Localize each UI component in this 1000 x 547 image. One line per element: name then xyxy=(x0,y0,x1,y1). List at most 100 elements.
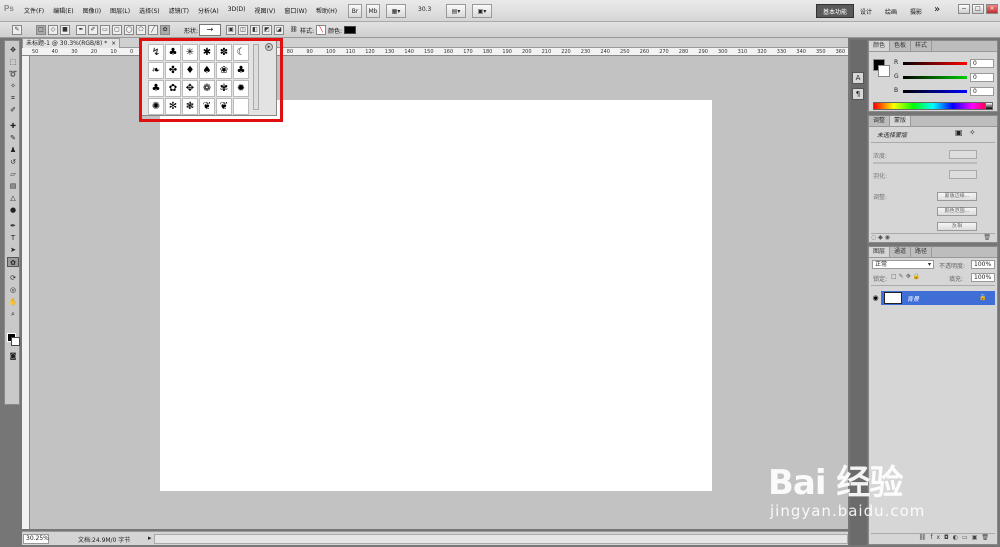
menu-window[interactable]: 窗口(W) xyxy=(284,6,307,15)
lock-icons[interactable]: □✎✥🔒 xyxy=(891,273,922,280)
pen-tool-option[interactable]: ✒ xyxy=(76,25,86,35)
bridge-button[interactable]: Br xyxy=(348,4,362,18)
mini-bridge-button[interactable]: Mb xyxy=(366,4,380,18)
tab-color[interactable]: 颜色 xyxy=(869,41,891,51)
zoom-tool-icon[interactable]: ⌕ xyxy=(7,309,19,319)
character-panel-icon[interactable]: A xyxy=(852,72,864,84)
status-menu-arrow-icon[interactable]: ▸ xyxy=(148,534,152,542)
new-shape-layer-button[interactable]: ▣ xyxy=(226,25,236,35)
3d-rotate-tool-icon[interactable]: ⟳ xyxy=(7,273,19,283)
tab-swatches[interactable]: 色板 xyxy=(890,41,912,51)
dodge-tool-icon[interactable]: ● xyxy=(7,205,19,215)
opacity-field[interactable]: 100% xyxy=(971,260,995,269)
color-range-button[interactable]: 颜色范围... xyxy=(937,207,977,216)
blend-mode-select[interactable]: 正常 ▾ xyxy=(872,260,934,269)
fill-pixels-mode[interactable]: ■ xyxy=(60,25,70,35)
healing-brush-tool-icon[interactable]: ✚ xyxy=(7,121,19,131)
layer-visibility-eye-icon[interactable]: ◉ xyxy=(870,291,881,305)
menu-help[interactable]: 帮助(H) xyxy=(316,6,337,15)
add-to-shape-button[interactable]: ◫ xyxy=(238,25,248,35)
invert-button[interactable]: 反相 xyxy=(937,222,977,231)
exclude-shape-button[interactable]: ◪ xyxy=(274,25,284,35)
workspace-painting[interactable]: 绘画 xyxy=(885,7,897,16)
pen-tool-icon[interactable]: ✒ xyxy=(7,221,19,231)
delete-layer-icon[interactable]: 🗑 xyxy=(981,534,993,541)
menu-select[interactable]: 选择(S) xyxy=(139,6,160,15)
move-tool-icon[interactable]: ✥ xyxy=(7,45,19,55)
document-tab[interactable]: 未标题-1 @ 30.3%(RGB/8) * × xyxy=(22,38,120,48)
maximize-button[interactable]: □ xyxy=(972,4,984,14)
paragraph-panel-icon[interactable]: ¶ xyxy=(852,88,864,100)
fill-field[interactable]: 100% xyxy=(971,273,995,282)
close-document-icon[interactable]: × xyxy=(111,40,116,47)
eyedropper-tool-icon[interactable]: ✐ xyxy=(7,105,19,115)
shape-layers-mode[interactable]: □ xyxy=(36,25,46,35)
workspace-design[interactable]: 设计 xyxy=(860,7,872,16)
disable-mask-icon[interactable]: ◉ xyxy=(885,234,890,241)
menu-edit[interactable]: 编辑(E) xyxy=(53,6,73,15)
menu-view[interactable]: 视图(V) xyxy=(255,6,276,15)
custom-shape-option[interactable]: ✿ xyxy=(160,25,170,35)
custom-shape-tool-icon[interactable]: ✿ xyxy=(7,257,19,267)
polygon-tool-option[interactable]: ⬠ xyxy=(136,25,146,35)
shape-picker-dropdown[interactable]: → xyxy=(199,24,221,36)
tab-paths[interactable]: 路径 xyxy=(911,247,933,257)
slider-blue-value[interactable]: 0 xyxy=(970,87,994,96)
gradient-tool-icon[interactable]: ▤ xyxy=(7,181,19,191)
pixel-mask-icon[interactable]: ▣ xyxy=(955,128,963,137)
hand-tool-icon[interactable]: ✋ xyxy=(7,297,19,307)
slider-red-value[interactable]: 0 xyxy=(970,59,994,68)
tab-layers[interactable]: 图层 xyxy=(869,247,891,257)
document-canvas[interactable] xyxy=(160,100,712,491)
slider-blue-track[interactable] xyxy=(903,90,967,93)
horizontal-scrollbar[interactable] xyxy=(154,534,848,544)
brush-tool-icon[interactable]: ✎ xyxy=(7,133,19,143)
type-tool-icon[interactable]: T xyxy=(7,233,19,243)
new-group-icon[interactable]: ▭ xyxy=(962,534,972,541)
3d-orbit-tool-icon[interactable]: ◎ xyxy=(7,285,19,295)
menu-3d[interactable]: 3D(D) xyxy=(228,6,246,15)
color-spectrum-bar[interactable] xyxy=(873,102,993,110)
add-mask-icon[interactable]: ◘ xyxy=(944,534,953,541)
mask-edge-button[interactable]: 蒙版边缘... xyxy=(937,192,977,201)
new-layer-icon[interactable]: ▣ xyxy=(972,534,982,541)
lasso-tool-icon[interactable]: ➰ xyxy=(7,69,19,79)
workspace-photography[interactable]: 摄影 xyxy=(910,7,922,16)
tool-preset-picker[interactable]: ✎ xyxy=(12,25,22,35)
apply-mask-icon[interactable]: ◆ xyxy=(878,234,883,241)
slider-red-track[interactable] xyxy=(903,62,967,65)
background-color-swatch[interactable] xyxy=(11,337,20,346)
delete-mask-icon[interactable]: 🗑 xyxy=(983,234,991,241)
vertical-ruler[interactable] xyxy=(22,56,30,529)
history-brush-tool-icon[interactable]: ↺ xyxy=(7,157,19,167)
tab-styles[interactable]: 样式 xyxy=(911,41,933,51)
status-zoom-field[interactable]: 30.25% xyxy=(23,534,49,544)
menu-file[interactable]: 文件(F) xyxy=(24,6,44,15)
close-app-button[interactable]: × xyxy=(986,4,998,14)
load-selection-icon[interactable]: ◌ xyxy=(871,234,876,241)
more-workspaces-button[interactable]: » xyxy=(934,4,940,15)
subtract-shape-button[interactable]: ◧ xyxy=(250,25,260,35)
tab-channels[interactable]: 通道 xyxy=(890,247,912,257)
shape-color-swatch[interactable] xyxy=(344,26,356,34)
screen-mode-dropdown[interactable]: ▣▾ xyxy=(472,4,492,18)
layer-row-background[interactable]: ◉ 背景 🔒 xyxy=(870,291,995,305)
menu-analysis[interactable]: 分析(A) xyxy=(198,6,219,15)
slider-green-value[interactable]: 0 xyxy=(970,73,994,82)
menu-image[interactable]: 图像(I) xyxy=(83,6,101,15)
paths-mode[interactable]: ◇ xyxy=(48,25,58,35)
link-layers-icon[interactable]: ⛓ xyxy=(919,534,931,541)
quick-mask-tool-icon[interactable]: ◙ xyxy=(7,351,19,361)
rectangle-tool-option[interactable]: ▭ xyxy=(100,25,110,35)
arrange-documents-dropdown[interactable]: ▤▾ xyxy=(446,4,466,18)
freeform-pen-option[interactable]: ✐ xyxy=(88,25,98,35)
slider-green-track[interactable] xyxy=(903,76,967,79)
intersect-shape-button[interactable]: ◩ xyxy=(262,25,272,35)
adjustment-layer-icon[interactable]: ◐ xyxy=(953,534,962,541)
menu-filter[interactable]: 滤镜(T) xyxy=(169,6,189,15)
line-tool-option[interactable]: ╱ xyxy=(148,25,158,35)
vector-mask-icon[interactable]: ✧ xyxy=(969,128,976,137)
quick-selection-tool-icon[interactable]: ✧ xyxy=(7,81,19,91)
menu-layer[interactable]: 图层(L) xyxy=(110,6,130,15)
ellipse-tool-option[interactable]: ◯ xyxy=(124,25,134,35)
